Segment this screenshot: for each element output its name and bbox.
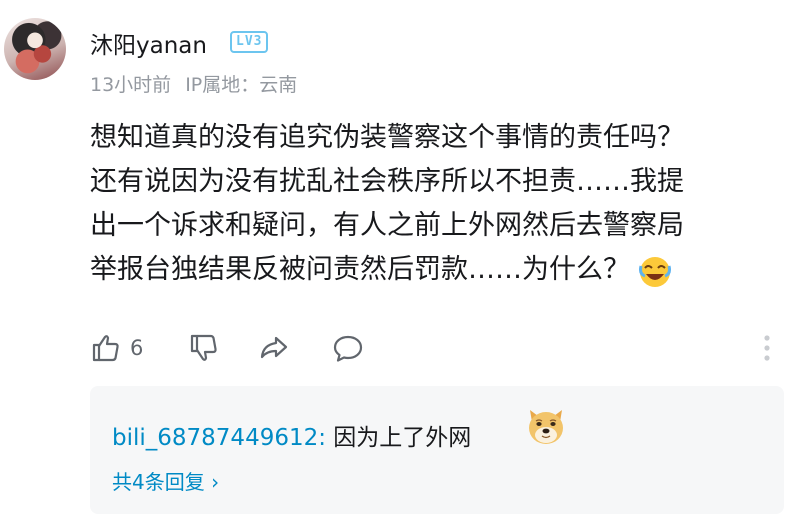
comment-line: 出一个诉求和疑问，有人之前上外网然后去警察局: [90, 210, 684, 241]
username[interactable]: 沐阳yanan: [90, 26, 207, 60]
dislike-button[interactable]: [188, 330, 220, 366]
share-button[interactable]: [258, 330, 290, 366]
reply-separator: :: [318, 425, 326, 451]
thumbs-down-icon: [190, 334, 217, 361]
comment-body: 想知道真的没有追究伪装警察这个事情的责任吗？ 还有说因为没有扰乱社会秩序所以不担…: [90, 116, 766, 292]
reply-item: bili_68787449612: 因为上了外网: [112, 418, 471, 452]
like-count: 6: [130, 336, 144, 360]
comment-actions: 6: [90, 330, 790, 366]
comment-line-last: 举报台独结果反被问责然后罚款……为什么？: [90, 248, 766, 292]
comment-line-text: 举报台独结果反被问责然后罚款……为什么？: [90, 254, 630, 285]
thumbs-up-icon: [92, 335, 119, 362]
comment-line: 想知道真的没有追究伪装警察这个事情的责任吗？: [90, 122, 684, 153]
level-badge: LV3: [230, 31, 269, 53]
laugh-emoji-icon: [639, 256, 671, 287]
comment-meta: 13小时前 IP属地：云南: [90, 70, 311, 97]
reply-username[interactable]: bili_68787449612: [112, 425, 318, 451]
ip-location: IP属地：云南: [185, 74, 298, 96]
comment-icon: [333, 335, 363, 362]
share-icon: [260, 336, 288, 359]
doge-emoji-icon: [529, 410, 563, 444]
like-button[interactable]: 6: [90, 330, 143, 366]
reply-button[interactable]: [332, 330, 364, 366]
comment-line: 还有说因为没有扰乱社会秩序所以不担责……我提: [90, 166, 684, 197]
comment-time: 13小时前: [90, 74, 172, 96]
reply-preview: bili_68787449612: 因为上了外网 共4条回复 ›: [90, 386, 784, 514]
view-all-replies-link[interactable]: 共4条回复 ›: [112, 466, 219, 495]
reply-text: 因为上了外网: [326, 425, 472, 451]
avatar[interactable]: [4, 18, 66, 80]
more-vertical-icon[interactable]: [762, 334, 772, 362]
